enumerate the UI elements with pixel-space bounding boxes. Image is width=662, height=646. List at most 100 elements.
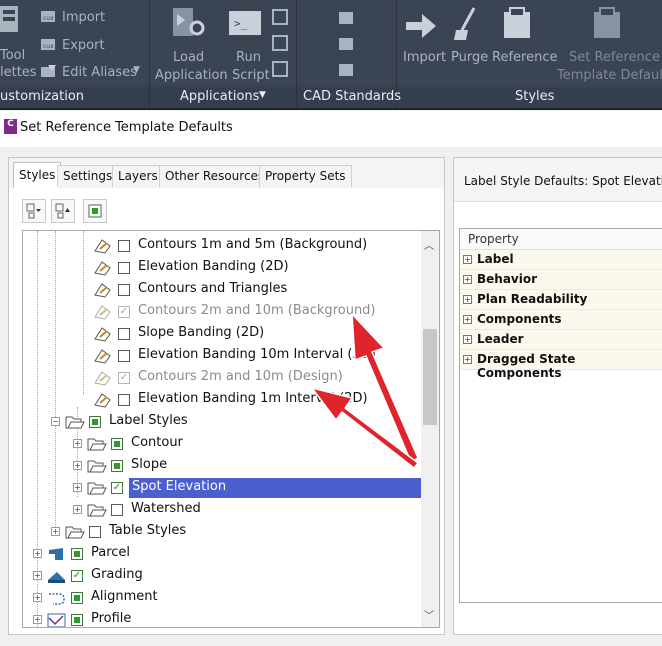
tool-palettes-label-2[interactable]: lettes [0, 65, 37, 80]
tool-palettes-icon[interactable] [0, 2, 24, 38]
checkbox[interactable] [118, 328, 130, 340]
expand-toggle[interactable]: + [463, 335, 472, 344]
style-tree[interactable]: Contours 1m and 5m (Background) Elevatio… [22, 230, 440, 628]
tab-other-resources[interactable]: Other Resources [159, 165, 271, 187]
checkbox[interactable] [111, 438, 123, 450]
expand-toggle[interactable]: + [73, 483, 82, 492]
styles-panel-title[interactable]: Styles [515, 89, 554, 104]
edit-aliases-dropdown-arrow[interactable]: ▼ [133, 65, 140, 75]
sort-button[interactable] [51, 199, 75, 223]
checkbox[interactable]: ✓ [111, 482, 123, 494]
run-script-label-1[interactable]: Run [236, 50, 261, 65]
checkbox[interactable] [118, 262, 130, 274]
tree-item-contour[interactable]: + Contour [73, 433, 413, 455]
checkbox[interactable] [71, 614, 83, 626]
tab-settings[interactable]: Settings [57, 165, 119, 187]
scrollbar-thumb[interactable] [423, 329, 437, 425]
expand-toggle[interactable]: + [73, 461, 82, 470]
expand-toggle[interactable]: + [33, 615, 42, 624]
property-group-row[interactable]: + Leader [460, 330, 662, 350]
checkbox[interactable] [89, 526, 101, 538]
load-application-label-1[interactable]: Load [173, 50, 204, 65]
load-application-icon[interactable] [171, 6, 205, 40]
checkbox[interactable] [111, 504, 123, 516]
tree-item[interactable]: Contours 1m and 5m (Background) [93, 235, 413, 257]
tree-item-parcel[interactable]: + Parcel [33, 543, 413, 565]
load-application-label-2[interactable]: Application [155, 68, 228, 83]
collapse-toggle[interactable]: − [51, 417, 60, 426]
customization-panel-title[interactable]: ustomization [0, 89, 84, 104]
expand-toggle[interactable]: + [463, 295, 472, 304]
tree-item[interactable]: Elevation Banding (2D) [93, 257, 413, 279]
checkbox[interactable] [118, 394, 130, 406]
property-group-row[interactable]: + Components [460, 310, 662, 330]
expand-toggle[interactable]: + [463, 315, 472, 324]
checkbox[interactable] [118, 240, 130, 252]
purge-icon[interactable] [452, 6, 480, 42]
tree-item-alignment[interactable]: + Alignment [33, 587, 413, 609]
property-group-row[interactable]: + Plan Readability [460, 290, 662, 310]
expand-collapse-button[interactable] [22, 199, 46, 223]
property-group-row[interactable]: + Label [460, 250, 662, 270]
tree-item[interactable]: Contours and Triangles [93, 279, 413, 301]
expand-toggle[interactable]: + [51, 527, 60, 536]
expand-toggle[interactable]: + [33, 593, 42, 602]
set-reference-label-2[interactable]: Template Defaults [557, 68, 662, 83]
applications-panel-title[interactable]: Applications [180, 89, 259, 104]
run-script-label-2[interactable]: Script [232, 68, 270, 83]
tree-item-label-styles[interactable]: − Label Styles [51, 411, 411, 433]
tree-item[interactable]: Elevation Banding 1m Interval (2D) [93, 389, 413, 411]
tree-item-spot-elevation[interactable]: + ✓ Spot Elevation [73, 477, 433, 499]
tree-item-profile[interactable]: + Profile [33, 609, 413, 627]
tree-item-slope[interactable]: + Slope [73, 455, 413, 477]
expand-toggle[interactable]: + [463, 255, 472, 264]
scroll-down-arrow[interactable]: ﹀ [424, 607, 434, 622]
tree-item[interactable]: Slope Banding (2D) [93, 323, 413, 345]
tree-item-grading[interactable]: + ✓ Grading [33, 565, 413, 587]
expand-toggle[interactable]: + [33, 571, 42, 580]
property-grid[interactable]: Property + Label + Behavior + Plan Readabil… [459, 228, 662, 603]
tree-item[interactable]: ✓ Contours 2m and 10m (Design) [93, 367, 413, 389]
checkbox[interactable] [71, 592, 83, 604]
check-state-button[interactable] [83, 199, 107, 223]
reference-icon[interactable] [500, 6, 534, 42]
checkbox[interactable]: ✓ [71, 570, 83, 582]
set-reference-label-1[interactable]: Set Reference [569, 50, 660, 65]
expand-toggle[interactable]: + [73, 439, 82, 448]
expand-toggle[interactable]: + [463, 275, 472, 284]
expand-toggle[interactable]: + [463, 355, 472, 364]
tree-item-table-styles[interactable]: + Table Styles [51, 521, 411, 543]
tree-item-watershed[interactable]: + Watershed [73, 499, 413, 521]
tab-layers[interactable]: Layers [112, 165, 164, 187]
tree-item[interactable]: Elevation Banding 10m Interval (2D) [93, 345, 413, 367]
applications-dropdown-arrow[interactable]: ▼ [259, 90, 266, 100]
property-group-row[interactable]: + Behavior [460, 270, 662, 290]
property-group-row[interactable]: + Dragged State Components [460, 350, 662, 380]
reference-button[interactable]: Reference [492, 50, 557, 65]
tab-property-sets[interactable]: Property Sets [259, 165, 352, 187]
edit-aliases-button[interactable]: Edit Aliases [62, 65, 137, 80]
set-reference-template-defaults-icon[interactable] [590, 6, 624, 42]
expand-toggle[interactable]: + [73, 505, 82, 514]
checkbox[interactable] [71, 548, 83, 560]
cad-standards-icons[interactable] [336, 8, 358, 82]
checkbox[interactable] [111, 460, 123, 472]
tree-scrollbar[interactable]: ︿ ﹀ [421, 231, 439, 627]
checkbox[interactable] [118, 350, 130, 362]
scroll-up-arrow[interactable]: ︿ [424, 237, 434, 252]
app-small-icons[interactable] [271, 8, 289, 82]
tree-item[interactable]: ✓ Contours 2m and 10m (Background) [93, 301, 413, 323]
cad-standards-panel-title[interactable]: CAD Standards [303, 89, 401, 104]
export-button[interactable]: Export [62, 38, 105, 53]
checkbox[interactable]: ✓ [118, 306, 130, 318]
checkbox[interactable] [89, 416, 101, 428]
import-button[interactable]: Import [62, 10, 105, 25]
run-script-icon[interactable]: >_ [228, 10, 262, 36]
checkbox[interactable] [118, 284, 130, 296]
tool-palettes-label-1[interactable]: Tool [0, 48, 25, 63]
import-styles-icon[interactable] [404, 10, 438, 42]
import-styles-button[interactable]: Import [403, 50, 446, 65]
tab-styles[interactable]: Styles [13, 162, 62, 188]
expand-toggle[interactable]: + [33, 549, 42, 558]
checkbox[interactable]: ✓ [118, 372, 130, 384]
